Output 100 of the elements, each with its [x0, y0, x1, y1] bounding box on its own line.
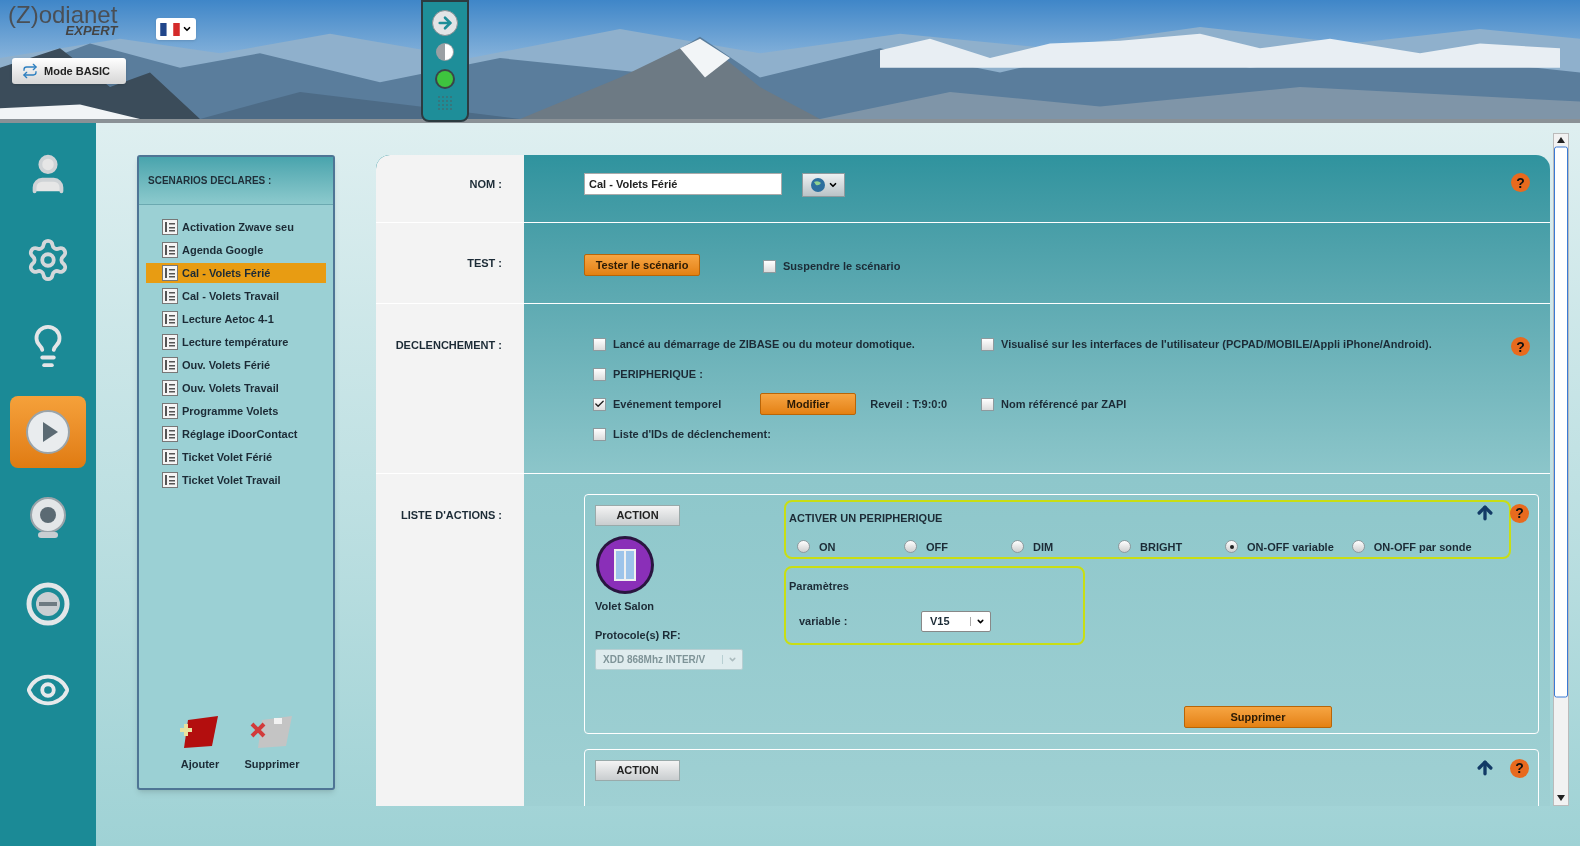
parameter-label: variable : [799, 613, 849, 629]
ring-icon [25, 581, 71, 627]
radio-label: DIM [1033, 539, 1054, 555]
checkbox-label: Liste d'IDs de déclenchement: [613, 426, 771, 442]
scenario-label: Activation Zwave seu [182, 219, 294, 235]
caret-icon [827, 180, 838, 190]
mode-button[interactable]: Mode BASIC [12, 58, 126, 84]
scenario-label: Agenda Google [182, 242, 264, 258]
list-icon [162, 403, 178, 419]
move-up-icon[interactable] [1475, 758, 1495, 778]
scenario-item[interactable]: Ouv. Volets Férié [146, 355, 326, 375]
scenario-label: Ticket Volet Travail [182, 472, 281, 488]
nav-button[interactable] [10, 396, 86, 468]
panel-title: SCENARIOS DECLARES : [148, 174, 272, 188]
scenario-item[interactable]: Programme Volets [146, 401, 326, 421]
scenario-item[interactable]: Cal - Volets Travail [146, 286, 326, 306]
radio-label: ON-OFF variable [1247, 539, 1334, 555]
scenario-item[interactable]: Lecture Aetoc 4-1 [146, 309, 326, 329]
list-icon [162, 426, 178, 442]
checkbox-label: Visualisé sur les interfaces de l'utilisateur (PCPAD/MOBILE/Appli iPhone/Android). [1001, 336, 1432, 352]
play-icon [25, 409, 71, 455]
checkbox-label: Nom référencé par ZAPI [1001, 396, 1127, 412]
move-up-icon[interactable] [1475, 503, 1495, 523]
caret-icon [728, 655, 737, 664]
list-icon [162, 265, 178, 281]
language-dropdown[interactable] [156, 18, 196, 40]
half-circle-icon[interactable] [435, 42, 455, 62]
scenario-label: Réglage iDoorContact [182, 426, 298, 442]
checkbox-label: Suspendre le scénario [783, 259, 901, 274]
checkbox-label: Lancé au démarrage de ZIBASE ou du moteur domotique. [613, 336, 915, 352]
list-icon [162, 311, 178, 327]
list-icon [162, 357, 178, 373]
add-scenario-button[interactable]: Ajouter [170, 713, 230, 772]
scenario-item[interactable]: Agenda Google [146, 240, 326, 260]
radio-button[interactable] [1225, 540, 1238, 554]
dots-grid-icon[interactable] [438, 96, 452, 110]
scenario-label: Ouv. Volets Travail [182, 380, 279, 396]
caret-icon [182, 24, 192, 34]
device-name: Volet Salon [595, 599, 656, 614]
scenario-item[interactable]: Réglage iDoorContact [146, 424, 326, 444]
scenario-item[interactable]: Ticket Volet Travail [146, 470, 326, 490]
group-title: ACTIVER UN PERIPHERIQUE [789, 511, 943, 526]
radio-button[interactable] [904, 540, 917, 554]
modify-button[interactable]: Modifier [760, 393, 857, 415]
help-icon[interactable]: ? [1511, 337, 1530, 356]
scenario-item[interactable]: Cal - Volets Férié [146, 263, 326, 283]
radio-button[interactable] [1118, 540, 1131, 554]
field-label: TEST : [467, 256, 502, 271]
radio-button[interactable] [1011, 540, 1024, 554]
radio-button[interactable] [797, 540, 810, 554]
arrow-right-icon[interactable] [432, 10, 458, 36]
field-label: NOM : [469, 177, 502, 192]
icon-dropdown[interactable] [802, 173, 845, 197]
test-button[interactable]: Tester le scénario [584, 254, 700, 276]
list-icon [162, 380, 178, 396]
radio-button[interactable] [1351, 540, 1365, 554]
radio-label: OFF [926, 539, 948, 555]
checkbox[interactable] [593, 427, 606, 441]
swap-icon [22, 63, 38, 79]
scrollbar[interactable] [1553, 133, 1569, 806]
protocol-label: Protocole(s) RF: [595, 627, 682, 643]
status-light-icon[interactable] [434, 68, 456, 90]
scenario-label: Programme Volets [182, 403, 279, 419]
list-icon [162, 288, 178, 304]
scenario-item[interactable]: Ticket Volet Férié [146, 447, 326, 467]
scenario-item[interactable]: Ouv. Volets Travail [146, 378, 326, 398]
help-icon[interactable]: ? [1510, 503, 1529, 523]
help-icon[interactable]: ? [1511, 173, 1530, 192]
scenario-label: Lecture Aetoc 4-1 [182, 311, 274, 327]
scenario-item[interactable]: Lecture température [146, 332, 326, 352]
scenario-label: Cal - Volets Travail [182, 288, 279, 304]
globe-icon [809, 177, 826, 193]
book-delete-icon [250, 713, 294, 750]
list-icon [162, 334, 178, 350]
radio-label: ON [819, 539, 836, 555]
checkbox-label: PERIPHERIQUE : [613, 366, 703, 382]
help-icon[interactable]: ? [1510, 758, 1529, 778]
variable-select[interactable]: V15 [921, 610, 991, 632]
delete-scenario-button[interactable]: Supprimer [242, 713, 302, 772]
radio-label: ON-OFF par sonde [1373, 539, 1472, 555]
list-icon [162, 219, 178, 235]
scenario-label: Lecture température [182, 334, 289, 350]
list-icon [162, 242, 178, 258]
checkbox[interactable] [593, 367, 606, 381]
checkbox[interactable] [593, 337, 606, 351]
list-icon [162, 472, 178, 488]
action-button[interactable]: ACTION [595, 505, 680, 526]
alarm-info: Reveil : T:9:0:0 [870, 396, 948, 412]
name-input[interactable]: Cal - Volets Férié [584, 173, 782, 195]
flag-icon [160, 22, 180, 36]
scenario-item[interactable]: Activation Zwave seu [146, 217, 326, 237]
delete-action-button[interactable]: Supprimer [1184, 706, 1332, 728]
checkbox[interactable] [763, 259, 776, 273]
checkbox[interactable] [593, 397, 606, 411]
scenario-label: Cal - Volets Férié [182, 265, 271, 281]
action-button[interactable]: ACTION [595, 760, 680, 781]
window-device-icon [595, 535, 655, 595]
checkbox[interactable] [981, 397, 994, 411]
field-label: DECLENCHEMENT : [395, 338, 502, 353]
checkbox[interactable] [981, 337, 994, 351]
